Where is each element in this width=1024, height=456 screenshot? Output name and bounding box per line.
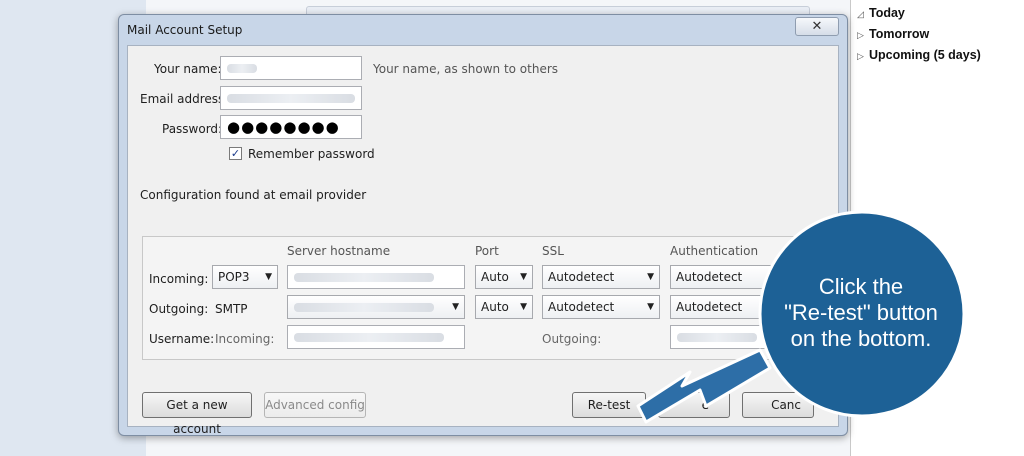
callout-arrow-icon bbox=[636, 348, 772, 424]
outgoing-port-select[interactable]: Auto ▼ bbox=[475, 295, 533, 319]
incoming-protocol-select[interactable]: POP3 ▼ bbox=[212, 265, 278, 289]
name-input[interactable] bbox=[220, 56, 362, 80]
incoming-port-select[interactable]: Auto ▼ bbox=[475, 265, 533, 289]
email-label: Email address: bbox=[140, 92, 229, 106]
password-label: Password: bbox=[162, 122, 223, 136]
dropdown-arrow-icon: ▼ bbox=[265, 272, 272, 282]
email-input[interactable] bbox=[220, 86, 362, 110]
close-button[interactable]: ✕ bbox=[795, 17, 839, 36]
incoming-username-input[interactable] bbox=[287, 325, 465, 349]
incoming-port-value: Auto bbox=[481, 270, 509, 284]
callout-line-2: "Re-test" button bbox=[784, 300, 938, 325]
outgoing-label: Outgoing: bbox=[149, 302, 209, 316]
callout-line-1: Click the bbox=[818, 274, 904, 299]
remember-password-label: Remember password bbox=[248, 147, 375, 161]
checkmark-icon: ✓ bbox=[230, 147, 241, 160]
username-label: Username: bbox=[149, 332, 215, 346]
agenda-today-label: Today bbox=[869, 6, 905, 20]
incoming-hostname-input[interactable] bbox=[287, 265, 465, 289]
outgoing-protocol: SMTP bbox=[215, 302, 248, 316]
incoming-label: Incoming: bbox=[149, 272, 209, 286]
hostname-column-header: Server hostname bbox=[287, 244, 391, 258]
port-column-header: Port bbox=[475, 244, 499, 258]
agenda-upcoming-label: Upcoming (5 days) bbox=[869, 48, 981, 62]
agenda-tomorrow[interactable]: ▷ Tomorrow bbox=[857, 27, 929, 41]
blurred-value bbox=[294, 273, 434, 282]
expanded-triangle-icon: ◿ bbox=[857, 9, 864, 19]
username-incoming-label: Incoming: bbox=[215, 332, 275, 346]
ssl-column-header: SSL bbox=[542, 244, 564, 258]
blurred-value bbox=[227, 64, 257, 73]
name-hint: Your name, as shown to others bbox=[373, 62, 559, 76]
dropdown-arrow-icon: ▼ bbox=[520, 302, 527, 312]
outgoing-hostname-select[interactable]: ▼ bbox=[287, 295, 465, 319]
agenda-upcoming[interactable]: ▷ Upcoming (5 days) bbox=[857, 48, 981, 62]
blurred-value bbox=[227, 94, 355, 103]
dialog-title: Mail Account Setup bbox=[127, 23, 243, 37]
username-outgoing-label: Outgoing: bbox=[542, 332, 602, 346]
incoming-ssl-value: Autodetect bbox=[548, 270, 615, 284]
callout-text: Click the "Re-test" button on the bottom… bbox=[755, 274, 967, 352]
close-icon: ✕ bbox=[811, 19, 823, 34]
dialog-titlebar[interactable]: Mail Account Setup ✕ bbox=[119, 15, 847, 45]
password-masked-value: ●●●●●●●● bbox=[227, 118, 340, 136]
dropdown-arrow-icon: ▼ bbox=[452, 302, 459, 312]
get-new-account-button[interactable]: Get a new account bbox=[142, 392, 252, 436]
outgoing-port-value: Auto bbox=[481, 300, 509, 314]
blurred-value bbox=[294, 303, 434, 312]
incoming-protocol-value: POP3 bbox=[218, 270, 250, 284]
password-input[interactable]: ●●●●●●●● bbox=[220, 115, 362, 139]
collapsed-triangle-icon: ▷ bbox=[857, 30, 864, 40]
name-label: Your name: bbox=[154, 62, 222, 76]
agenda-tomorrow-label: Tomorrow bbox=[869, 27, 930, 41]
collapsed-triangle-icon: ▷ bbox=[857, 51, 864, 61]
blurred-value bbox=[294, 333, 444, 342]
remember-password-checkbox[interactable]: ✓ bbox=[229, 147, 242, 160]
config-status-text: Configuration found at email provider bbox=[140, 188, 367, 202]
agenda-today[interactable]: ◿ Today bbox=[857, 6, 905, 20]
dropdown-arrow-icon: ▼ bbox=[520, 272, 527, 282]
callout-line-3: on the bottom. bbox=[790, 326, 932, 351]
advanced-config-button[interactable]: Advanced config bbox=[264, 392, 366, 418]
outgoing-ssl-value: Autodetect bbox=[548, 300, 615, 314]
